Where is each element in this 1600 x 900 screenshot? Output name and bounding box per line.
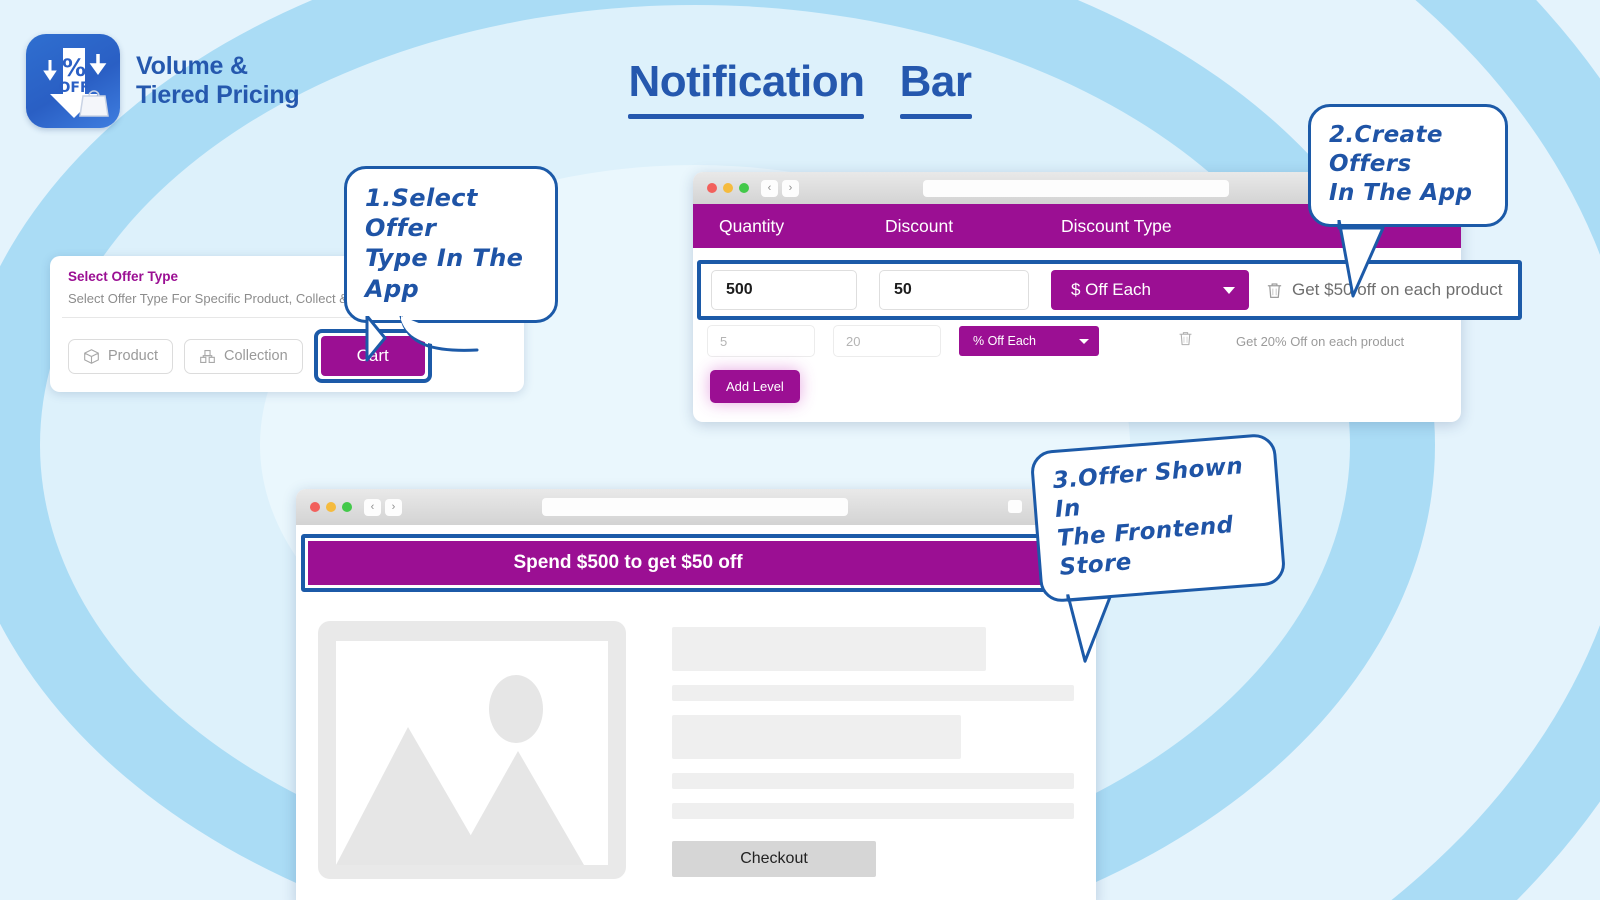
discount-window-url-input[interactable]: [923, 180, 1229, 197]
minimize-dot-icon[interactable]: [326, 502, 336, 512]
notification-bar: Spend $500 to get $50 off: [308, 541, 1164, 585]
placeholder-line-4: [672, 773, 1074, 789]
checkout-button[interactable]: Checkout: [672, 841, 876, 877]
placeholder-line-5: [672, 803, 1074, 819]
page-title: Notification Bar: [0, 57, 1600, 119]
callout-1-tail: [365, 314, 485, 366]
discount-type-value-row2: % Off Each: [973, 334, 1036, 348]
discount-type-select-row2[interactable]: % Off Each: [959, 326, 1099, 356]
infographic-canvas: % OFF Volume & Tiered Pricing Notificati…: [0, 0, 1600, 900]
callout-1-line1: 1.Select Offer: [365, 184, 478, 243]
product-details-placeholder: Checkout: [672, 621, 1074, 900]
maximize-dot-icon[interactable]: [342, 502, 352, 512]
blocks-icon: [200, 349, 215, 363]
discount-type-select-row1[interactable]: $ Off Each: [1051, 270, 1249, 310]
storefront-content: Checkout: [296, 597, 1096, 900]
forward-arrow-icon[interactable]: ›: [782, 179, 799, 197]
column-header-quantity: Quantity: [719, 215, 785, 236]
notification-bar-text: Spend $500 to get $50 off: [513, 552, 743, 573]
callout-2-tail: [1337, 218, 1447, 302]
window-traffic-lights: [707, 183, 749, 193]
forward-arrow-icon[interactable]: ›: [385, 498, 402, 516]
window-nav-buttons: ‹ ›: [761, 179, 799, 197]
discount-input-row2[interactable]: 20: [833, 325, 941, 357]
close-dot-icon[interactable]: [310, 502, 320, 512]
storefront-window-titlebar: ‹ ›: [296, 489, 1096, 525]
offer-type-product-label: Product: [108, 348, 158, 364]
offer-type-collection-button[interactable]: Collection: [183, 338, 303, 374]
window-traffic-lights: [310, 502, 352, 512]
callout-2-line2: In The App: [1329, 179, 1473, 206]
storefront-window: ‹ › Spend $500 to get $50 off Checkout: [296, 489, 1171, 900]
add-level-button[interactable]: Add Level: [710, 370, 800, 403]
delete-row2-button[interactable]: [1177, 330, 1194, 352]
offer-type-product-button[interactable]: Product: [68, 338, 173, 374]
quantity-input-row2[interactable]: 5: [707, 325, 815, 357]
callout-bubble-1: 1.Select Offer Type In The App: [344, 166, 558, 362]
url-extension-icon[interactable]: [1008, 500, 1022, 513]
discount-input-row1[interactable]: 50: [879, 270, 1029, 310]
image-placeholder-icon: [336, 641, 608, 865]
quantity-input-row1[interactable]: 500: [711, 270, 857, 310]
maximize-dot-icon[interactable]: [739, 183, 749, 193]
column-header-discount: Discount: [885, 215, 954, 236]
discount-type-value-row1: $ Off Each: [1071, 280, 1152, 299]
close-dot-icon[interactable]: [707, 183, 717, 193]
window-nav-buttons: ‹ ›: [364, 498, 402, 516]
placeholder-line-3: [672, 715, 962, 759]
offer-type-collection-label: Collection: [223, 348, 288, 364]
callout-bubble-2: 2.Create Offers In The App: [1308, 104, 1508, 298]
callout-bubble-3: 3.Offer Shown In The Frontend Store: [1029, 432, 1287, 663]
callout-1-line2: Type In The App: [365, 244, 524, 303]
trash-icon: [1179, 332, 1192, 346]
callout-2-line1: 2.Create Offers: [1329, 122, 1443, 177]
page-title-part1: Notification: [628, 57, 865, 119]
box-icon: [84, 348, 99, 364]
page-title-part2: Bar: [899, 57, 972, 119]
product-image-placeholder: [318, 621, 626, 879]
placeholder-line-1: [672, 627, 986, 671]
back-arrow-icon[interactable]: ‹: [761, 179, 778, 197]
trash-icon[interactable]: [1265, 281, 1284, 300]
callout-3-tail: [1066, 586, 1181, 668]
storefront-url-input[interactable]: [542, 498, 848, 516]
chevron-down-icon: [1079, 338, 1089, 344]
chevron-down-icon: [1223, 286, 1235, 294]
discount-row-2: 5 20 % Off Each Get 20% Off on each prod…: [707, 322, 1437, 360]
back-arrow-icon[interactable]: ‹: [364, 498, 381, 516]
minimize-dot-icon[interactable]: [723, 183, 733, 193]
placeholder-line-2: [672, 685, 1074, 701]
discount-note-text-row2: Get 20% Off on each product: [1236, 333, 1405, 349]
